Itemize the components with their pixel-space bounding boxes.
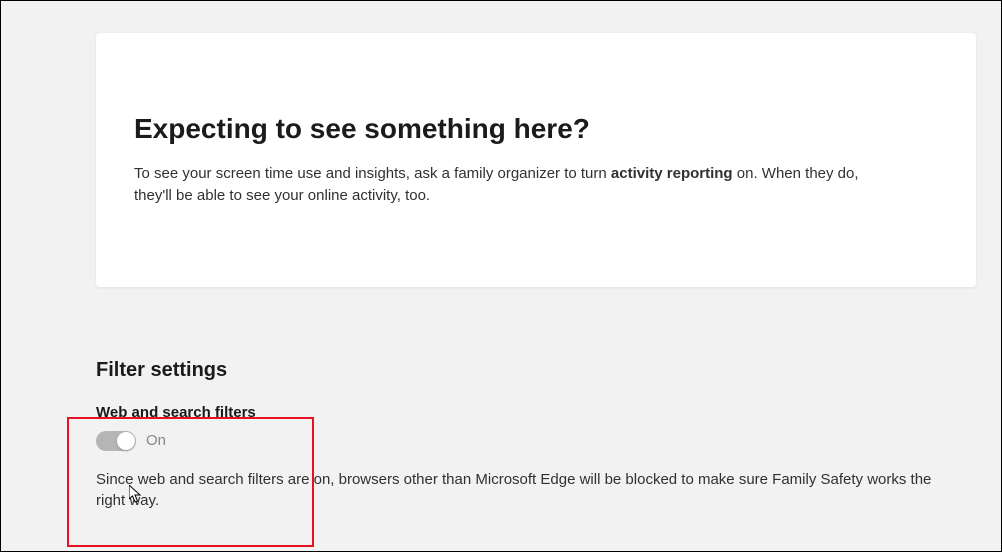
toggle-row: On — [96, 431, 1001, 451]
filter-settings-heading: Filter settings — [96, 359, 1001, 382]
web-search-filter-label: Web and search filters — [96, 404, 1001, 421]
card-desc-bold: activity reporting — [611, 165, 733, 182]
card-description: To see your screen time use and insights… — [134, 163, 894, 207]
web-search-filter-block: Web and search filters On Since web and … — [96, 404, 1001, 513]
info-card: Expecting to see something here? To see … — [96, 33, 976, 287]
toggle-knob — [117, 432, 135, 450]
card-desc-pre: To see your screen time use and insights… — [134, 165, 611, 182]
toggle-state-label: On — [146, 432, 166, 449]
card-title: Expecting to see something here? — [134, 113, 938, 145]
web-search-filter-toggle[interactable] — [96, 431, 136, 451]
web-search-filter-description: Since web and search filters are on, bro… — [96, 469, 936, 513]
